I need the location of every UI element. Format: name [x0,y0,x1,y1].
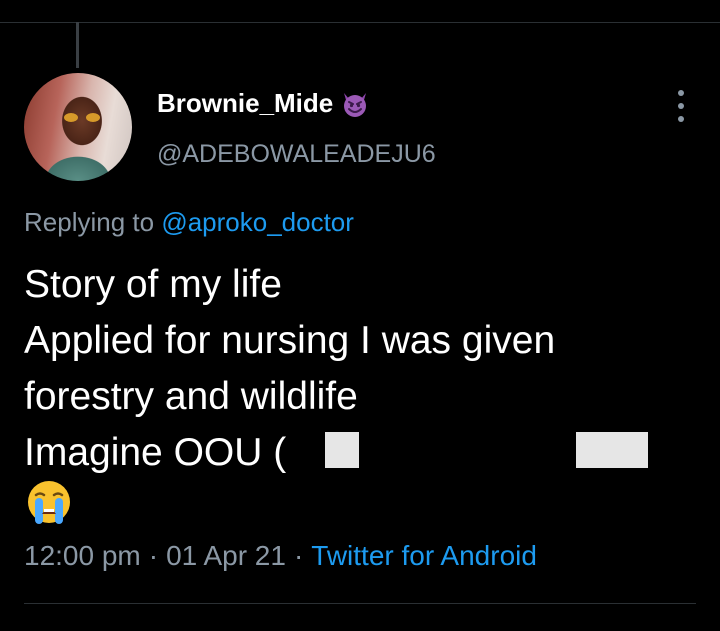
author-name-row[interactable]: Brownie_Mide [157,88,369,119]
tweet-time[interactable]: 12:00 pm [24,540,141,572]
redaction-block [576,432,648,468]
avatar-filter-eye [64,113,78,122]
avatar-filter-eye [86,113,100,122]
author-handle[interactable]: @ADEBOWALEADEJU6 [157,140,436,169]
meta-separator: · [148,540,159,571]
tweet-line: Imagine OOU ( [24,431,287,474]
replying-to: Replying to @aproko_doctor [24,207,354,238]
tweet-meta: 12:00 pm · 01 Apr 21 · Twitter for Andro… [24,540,537,572]
thread-connector-line [76,22,79,68]
replying-to-mention-link[interactable]: @aproko_doctor [161,207,354,237]
bottom-divider [24,603,696,604]
redaction-block [325,432,359,468]
top-divider [0,22,720,23]
meta-separator: · [293,540,304,571]
author-display-name[interactable]: Brownie_Mide [157,88,333,119]
tweet-date[interactable]: 01 Apr 21 [166,540,286,572]
tweet-body: Story of my life Applied for nursing I w… [24,257,555,481]
tweet-line: forestry and wildlife [24,375,358,418]
avatar[interactable] [24,73,132,181]
tweet-line: Applied for nursing I was given [24,319,556,362]
loudly-crying-face-icon [28,481,70,524]
smiling-devil-icon [344,92,367,117]
tweet-line: Story of my life [24,263,282,306]
tweet-source-link[interactable]: Twitter for Android [311,540,537,572]
more-options-icon[interactable] [670,90,692,122]
replying-to-prefix: Replying to [24,207,155,237]
